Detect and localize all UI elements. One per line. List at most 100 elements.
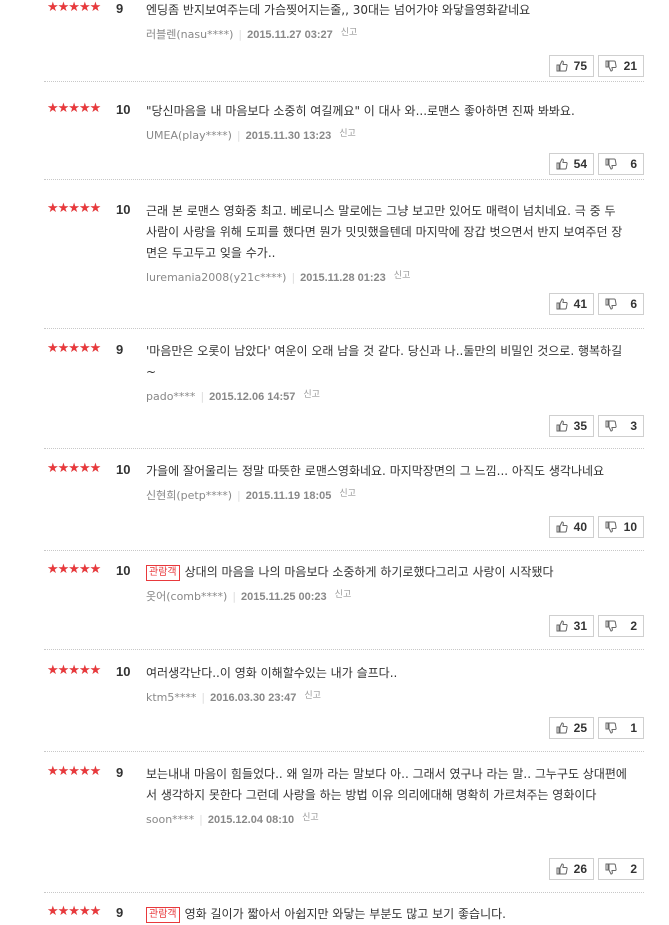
rating-score: 9 <box>116 764 124 780</box>
review-text-content: "당신마음을 내 마음보다 소중히 여길께요" 이 대사 와...로맨스 좋아하… <box>146 104 575 118</box>
stars-icon: ★★★★★ ★★★★★ <box>47 0 101 15</box>
meta-divider: | <box>200 390 205 403</box>
star-rating: ★★★★★ ★★★★★ 10 <box>47 461 130 477</box>
dislike-button[interactable]: 21 <box>598 55 644 77</box>
star-rating: ★★★★★ ★★★★★ 10 <box>47 562 130 578</box>
review-meta: ktm5**** | 2016.03.30 23:47 신고 <box>146 688 628 704</box>
review-meta: 옷어(comb****) | 2015.11.25 00:23 신고 <box>146 587 628 603</box>
report-link[interactable]: 신고 <box>339 489 356 499</box>
like-button[interactable]: 54 <box>549 153 594 175</box>
dislike-count: 10 <box>623 520 637 534</box>
dislike-button[interactable]: 2 <box>598 615 644 637</box>
like-button[interactable]: 41 <box>549 293 594 315</box>
review-divider <box>44 550 644 551</box>
like-button[interactable]: 31 <box>549 615 594 637</box>
thumbs-up-icon <box>556 620 568 632</box>
like-button[interactable]: 75 <box>549 55 594 77</box>
stars-icon: ★★★★★ ★★★★★ <box>47 101 101 116</box>
review-body: 근래 본 로맨스 영화중 최고. 베로니스 말로에는 그냥 보고만 있어도 매력… <box>146 201 628 284</box>
review-divider <box>44 751 644 752</box>
like-button[interactable]: 25 <box>549 717 594 739</box>
star-rating: ★★★★★ ★★★★★ 10 <box>47 201 130 217</box>
dislike-button[interactable]: 6 <box>598 293 644 315</box>
review-author[interactable]: 러블렌(nasu****) <box>146 28 233 41</box>
vote-buttons: 25 1 <box>549 717 644 739</box>
review-author[interactable]: luremania2008(y21c****) <box>146 271 286 284</box>
dislike-count: 2 <box>630 619 637 633</box>
like-count: 54 <box>573 157 587 171</box>
rating-score: 10 <box>116 562 131 578</box>
review-text: 여러생각난다..이 영화 이해할수있는 내가 슬프다.. <box>146 663 628 684</box>
review-meta: pado**** | 2015.12.06 14:57 신고 <box>146 387 628 403</box>
stars-icon: ★★★★★ ★★★★★ <box>47 461 101 476</box>
review-author[interactable]: 신현희(petp****) <box>146 489 232 502</box>
stars-icon: ★★★★★ ★★★★★ <box>47 663 101 678</box>
dislike-button[interactable]: 6 <box>598 153 644 175</box>
review-divider <box>44 179 644 180</box>
dislike-button[interactable]: 1 <box>598 717 644 739</box>
like-button[interactable]: 35 <box>549 415 594 437</box>
star-rating: ★★★★★ ★★★★★ 9 <box>47 904 123 920</box>
thumbs-up-icon <box>556 298 568 310</box>
report-link[interactable]: 신고 <box>339 129 356 139</box>
review-text-content: 영화 길이가 짧아서 아쉽지만 와닿는 부분도 많고 보기 좋습니다. <box>184 907 506 921</box>
review-meta: 러블렌(nasu****) | 2015.11.27 03:27 신고 <box>146 25 628 41</box>
meta-divider: | <box>199 813 203 826</box>
report-link[interactable]: 신고 <box>341 28 358 38</box>
review-text: '마음만은 오롯이 남았다' 여운이 오래 남을 것 같다. 당신과 나..둘만… <box>146 341 628 383</box>
star-rating: ★★★★★ ★★★★★ 9 <box>47 341 123 357</box>
review-date: 2015.11.25 00:23 <box>241 591 327 603</box>
review-text: 관람객 상대의 마음을 나의 마음보다 소중하게 하기로했다그리고 사랑이 시작됐… <box>146 562 628 583</box>
vote-buttons: 35 3 <box>549 415 644 437</box>
review-date: 2016.03.30 23:47 <box>210 692 297 704</box>
stars-icon: ★★★★★ ★★★★★ <box>47 201 101 216</box>
review-date: 2015.12.06 14:57 <box>209 391 296 403</box>
review-text-content: 엔딩좀 반지보여주는데 가슴찢어지는줄,, 30대는 넘어가야 와닿을영화같네요 <box>146 3 531 17</box>
report-link[interactable]: 신고 <box>394 271 411 281</box>
review-body: '마음만은 오롯이 남았다' 여운이 오래 남을 것 같다. 당신과 나..둘만… <box>146 341 628 403</box>
review-author[interactable]: ktm5**** <box>146 691 196 704</box>
like-count: 41 <box>573 297 587 311</box>
thumbs-up-icon <box>556 158 568 170</box>
stars-icon: ★★★★★ ★★★★★ <box>47 764 101 779</box>
review-body: 가을에 잘어울리는 정말 따뜻한 로맨스영화네요. 마지막장면의 그 느낌...… <box>146 461 628 502</box>
like-button[interactable]: 26 <box>549 858 594 880</box>
dislike-button[interactable]: 2 <box>598 858 644 880</box>
review-body: 관람객 영화 길이가 짧아서 아쉽지만 와닿는 부분도 많고 보기 좋습니다. <box>146 904 628 925</box>
review-divider <box>44 649 644 650</box>
review-body: 여러생각난다..이 영화 이해할수있는 내가 슬프다.. ktm5**** | 201… <box>146 663 628 704</box>
report-link[interactable]: 신고 <box>303 390 320 400</box>
dislike-button[interactable]: 10 <box>598 516 644 538</box>
like-button[interactable]: 40 <box>549 516 594 538</box>
review-author[interactable]: UMEA(play****) <box>146 129 232 142</box>
report-link[interactable]: 신고 <box>304 691 321 701</box>
review-text-content: 상대의 마음을 나의 마음보다 소중하게 하기로했다그리고 사랑이 시작됐다 <box>184 565 554 579</box>
review-author[interactable]: pado**** <box>146 390 195 403</box>
review-author[interactable]: 옷어(comb****) <box>146 590 227 603</box>
like-count: 35 <box>573 419 587 433</box>
thumbs-down-icon <box>605 521 617 533</box>
stars-icon: ★★★★★ ★★★★★ <box>47 904 101 919</box>
meta-divider: | <box>237 489 241 502</box>
thumbs-down-icon <box>605 620 617 632</box>
rating-score: 9 <box>116 341 124 357</box>
meta-divider: | <box>201 691 206 704</box>
review-text-content: 가을에 잘어울리는 정말 따뜻한 로맨스영화네요. 마지막장면의 그 느낌...… <box>146 464 605 478</box>
rating-score: 10 <box>116 461 131 477</box>
report-link[interactable]: 신고 <box>335 590 352 600</box>
star-rating: ★★★★★ ★★★★★ 10 <box>47 101 130 117</box>
review-author[interactable]: soon**** <box>146 813 194 826</box>
dislike-button[interactable]: 3 <box>598 415 644 437</box>
dislike-count: 3 <box>630 419 637 433</box>
vote-buttons: 40 10 <box>549 516 644 538</box>
like-count: 31 <box>573 619 587 633</box>
dislike-count: 6 <box>630 297 637 311</box>
report-link[interactable]: 신고 <box>302 813 319 823</box>
like-count: 75 <box>573 59 587 73</box>
review-divider <box>44 448 644 449</box>
thumbs-down-icon <box>605 722 617 734</box>
star-rating: ★★★★★ ★★★★★ 10 <box>47 663 130 679</box>
thumbs-up-icon <box>556 863 568 875</box>
thumbs-down-icon <box>605 420 617 432</box>
thumbs-down-icon <box>605 863 617 875</box>
